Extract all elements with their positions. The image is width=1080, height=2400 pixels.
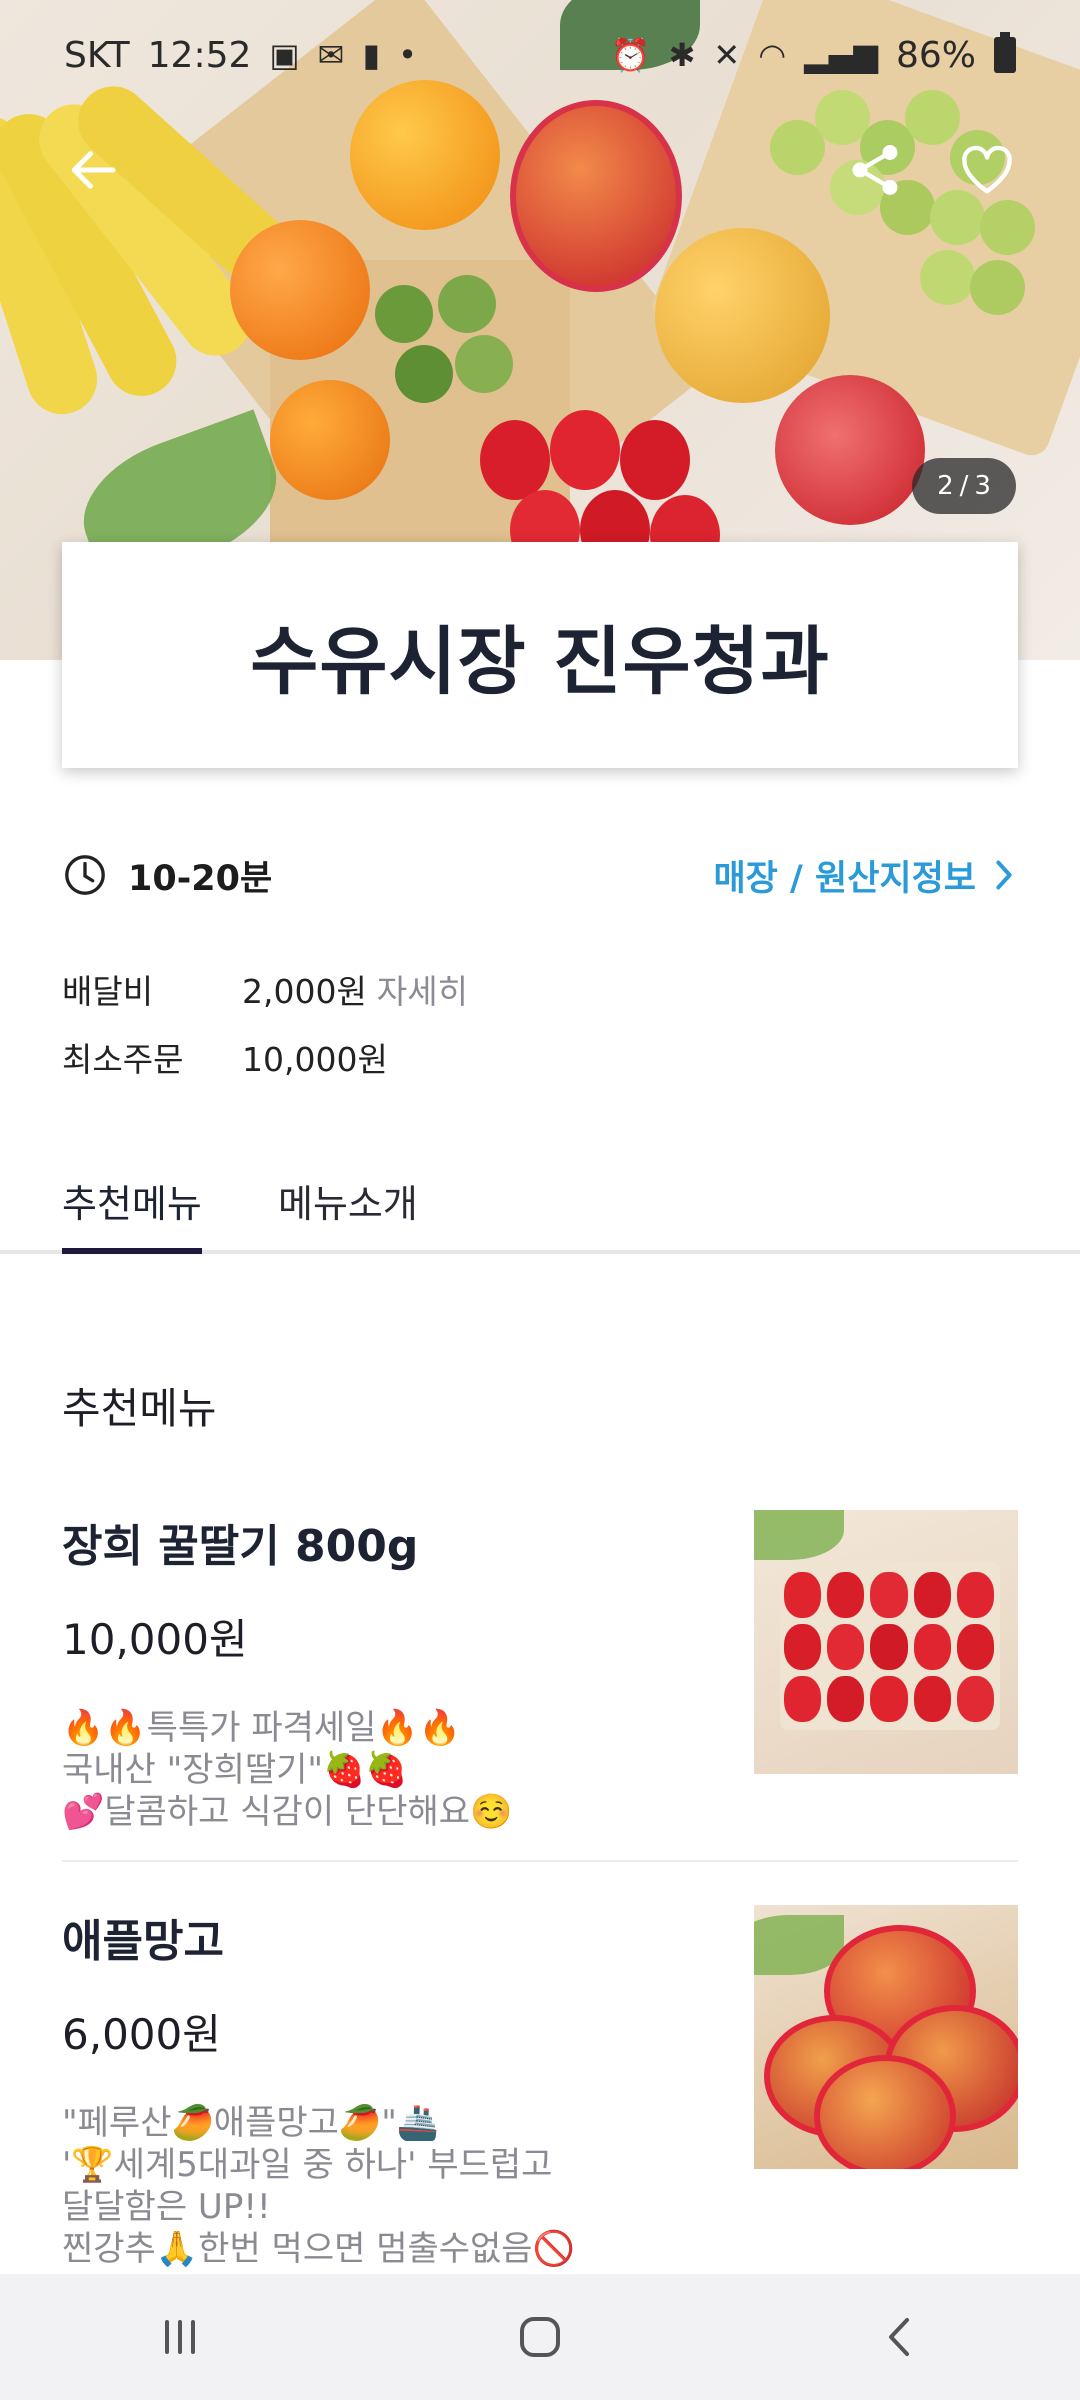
mute-icon: ✕ xyxy=(713,36,741,74)
status-left: SKT 12:52 ▣ ✉ ▮ • xyxy=(64,35,417,76)
home-button[interactable] xyxy=(470,2287,610,2387)
tomato-fruit xyxy=(455,335,513,393)
delivery-time-text: 10-20분 xyxy=(128,858,273,899)
status-bar: SKT 12:52 ▣ ✉ ▮ • ⏰ ✱ ✕ ◠ ▂▄▆ 86% xyxy=(0,0,1080,110)
min-order-label: 최소주문 xyxy=(62,1040,184,1079)
dot-icon: • xyxy=(398,36,417,74)
system-navigation-bar xyxy=(0,2274,1080,2400)
menu-item-apple-mango[interactable]: 애플망고 6,000원 "페루산🥭애플망고🥭"🚢 '🏆세계5대과일 중 하나' … xyxy=(62,1905,1018,2269)
share-button[interactable] xyxy=(840,135,910,205)
home-icon xyxy=(520,2317,560,2357)
store-title-card: 수유시장 진우청과 xyxy=(62,542,1018,768)
delivery-fee-value: 2,000원 xyxy=(242,972,367,1011)
strawberry-thumbnail xyxy=(754,1510,1018,1774)
system-back-button[interactable] xyxy=(830,2287,970,2387)
favorite-button[interactable] xyxy=(952,135,1022,205)
mail-icon: ✉ xyxy=(317,36,345,74)
signal-icon: ▂▄▆ xyxy=(804,36,878,74)
status-right: ⏰ ✱ ✕ ◠ ▂▄▆ 86% xyxy=(610,32,1016,76)
orange-fruit xyxy=(230,220,370,360)
store-origin-info-label: 매장 / 원산지정보 xyxy=(713,858,976,899)
tab-recommended[interactable]: 추천메뉴 xyxy=(62,1150,202,1254)
tab-menu-intro[interactable]: 메뉴소개 xyxy=(278,1150,418,1250)
notification-icon: ▮ xyxy=(362,36,381,74)
tomato-fruit xyxy=(438,275,496,333)
battery-percent: 86% xyxy=(895,34,976,76)
pager-separator: / xyxy=(959,471,969,501)
arrow-left-icon xyxy=(71,151,116,189)
clock-icon xyxy=(65,855,105,895)
min-order-value: 10,000원 xyxy=(242,1040,388,1079)
description-line: 찐강추🙏한번 먹으면 멈출수없음🚫 xyxy=(62,2229,575,2269)
menu-item-description: 🔥🔥특특가 파격세일🔥🔥 국내산 "장희딸기"🍓🍓 💕달콤하고 식감이 단단해요… xyxy=(62,1707,682,1833)
delivery-time: 10-20분 xyxy=(62,850,272,901)
active-tab-indicator xyxy=(62,1248,202,1254)
description-line: 국내산 "장희딸기"🍓🍓 xyxy=(62,1750,408,1790)
fee-list: 배달비 2,000원 자세히 최소주문 10,000원 xyxy=(62,955,468,1091)
chevron-left-icon xyxy=(889,2318,909,2356)
tomato-fruit xyxy=(395,345,453,403)
back-button[interactable] xyxy=(58,135,128,205)
chevron-right-icon xyxy=(996,860,1012,890)
recent-apps-icon xyxy=(165,2320,195,2354)
tomato-fruit xyxy=(375,285,433,343)
recent-apps-button[interactable] xyxy=(110,2287,250,2387)
min-order-row: 최소주문 10,000원 xyxy=(62,1023,468,1091)
heart-icon xyxy=(962,145,1012,194)
description-line: 💕달콤하고 식감이 단단해요☺️ xyxy=(62,1792,513,1832)
description-line: 달달함은 UP!! xyxy=(62,2187,271,2227)
store-origin-info-link[interactable]: 매장 / 원산지정보 xyxy=(713,850,1018,901)
menu-item-description: "페루산🥭애플망고🥭"🚢 '🏆세계5대과일 중 하나' 부드럽고 달달함은 UP… xyxy=(62,2102,682,2270)
mango-thumbnail xyxy=(754,1905,1018,2169)
apple-fruit xyxy=(775,375,925,525)
gallery-icon: ▣ xyxy=(269,36,300,74)
delivery-fee-row: 배달비 2,000원 자세히 xyxy=(62,955,468,1023)
description-line: "페루산🥭애플망고🥭"🚢 xyxy=(62,2103,440,2143)
pager-total: 3 xyxy=(974,471,991,501)
orange-fruit xyxy=(270,380,390,500)
description-line: 🔥🔥특특가 파격세일🔥🔥 xyxy=(62,1708,462,1748)
clock-time: 12:52 xyxy=(147,34,252,76)
top-actions xyxy=(840,135,1022,205)
tab-label: 메뉴소개 xyxy=(278,1181,418,1226)
battery-icon xyxy=(994,32,1016,73)
alarm-icon: ⏰ xyxy=(610,36,651,74)
carrier-label: SKT xyxy=(64,34,130,76)
description-line: '🏆세계5대과일 중 하나' 부드럽고 xyxy=(62,2145,553,2185)
bluetooth-icon: ✱ xyxy=(668,36,696,74)
menu-item-strawberry[interactable]: 장희 꿀딸기 800g 10,000원 🔥🔥특특가 파격세일🔥🔥 국내산 "장희… xyxy=(62,1510,1018,1833)
pager-current: 2 xyxy=(937,471,954,501)
store-name: 수유시장 진우청과 xyxy=(250,618,830,705)
tab-label: 추천메뉴 xyxy=(62,1181,202,1226)
delivery-info-row: 10-20분 매장 / 원산지정보 xyxy=(62,845,1018,905)
menu-tabs: 추천메뉴 메뉴소개 xyxy=(0,1150,1080,1254)
delivery-fee-detail-link[interactable]: 자세히 xyxy=(377,965,468,1013)
delivery-fee-label: 배달비 xyxy=(62,972,154,1011)
menu-divider xyxy=(62,1860,1018,1862)
section-title: 추천메뉴 xyxy=(62,1384,217,1433)
share-icon xyxy=(852,145,898,195)
image-pager-indicator: 2 / 3 xyxy=(912,458,1016,514)
wifi-icon: ◠ xyxy=(758,36,787,74)
top-app-bar xyxy=(0,120,1080,220)
